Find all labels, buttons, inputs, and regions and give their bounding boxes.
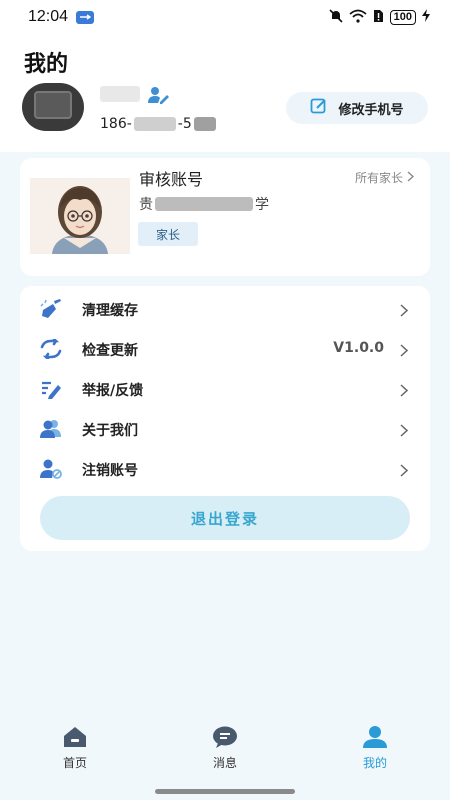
account-title: 审核账号 <box>139 170 204 189</box>
avatar[interactable] <box>22 83 84 131</box>
home-indicator[interactable] <box>155 789 295 794</box>
nickname-redacted <box>100 86 140 102</box>
battery-level: 100 <box>389 9 416 25</box>
chevron-right-icon <box>400 462 409 481</box>
edit-icon <box>310 97 328 119</box>
edit-profile-icon[interactable] <box>148 86 170 108</box>
sim-alert-icon <box>373 9 384 26</box>
chevron-right-icon <box>400 382 409 401</box>
app-version: V1.0.0 <box>333 340 384 356</box>
chevron-right-icon <box>400 302 409 321</box>
nav-tab-profile[interactable]: 我的 <box>345 726 405 771</box>
school-name: 贵 学 <box>139 194 269 214</box>
nav-tab-messages[interactable]: 消息 <box>195 726 255 771</box>
change-phone-button[interactable]: 修改手机号 <box>286 92 428 124</box>
status-time: 12:04 <box>28 8 69 25</box>
school-mask <box>155 197 253 211</box>
nav-tab-home[interactable]: 首页 <box>45 726 105 771</box>
usb-icon <box>76 10 95 24</box>
all-parents-link[interactable]: 所有家长 <box>354 169 415 186</box>
menu-label: 举报/反馈 <box>82 383 144 399</box>
status-bar: 12:04 100 <box>0 0 450 34</box>
role-badge: 家长 <box>138 222 198 246</box>
nav-label: 首页 <box>62 756 87 770</box>
school-prefix: 贵 <box>139 197 153 213</box>
menu-item-check-update[interactable]: 检查更新 V1.0.0 <box>20 328 430 368</box>
phone-number: 186- -5 <box>100 116 218 132</box>
page-title: 我的 <box>24 52 69 77</box>
user-cancel-icon <box>40 459 62 479</box>
menu-label: 检查更新 <box>82 343 138 359</box>
settings-menu: 清理缓存 检查更新 V1.0.0 举报/反馈 关于我们 注销账号 退出登录 <box>20 286 430 551</box>
charging-icon <box>422 9 430 25</box>
menu-item-delete-account[interactable]: 注销账号 <box>20 448 430 488</box>
wifi-icon <box>349 9 367 26</box>
menu-item-clear-cache[interactable]: 清理缓存 <box>20 288 430 328</box>
school-suffix: 学 <box>255 197 269 213</box>
logout-button[interactable]: 退出登录 <box>40 496 410 540</box>
bottom-nav: 首页 消息 我的 <box>0 712 450 800</box>
phone-mask <box>193 117 216 131</box>
change-phone-label: 修改手机号 <box>338 102 404 118</box>
mute-icon <box>329 8 343 26</box>
nav-label: 我的 <box>362 756 387 770</box>
menu-item-about-us[interactable]: 关于我们 <box>20 408 430 448</box>
all-parents-label: 所有家长 <box>354 171 403 185</box>
people-icon <box>40 419 62 439</box>
phone-mid: -5 <box>177 116 192 132</box>
child-avatar <box>30 178 130 254</box>
menu-item-feedback[interactable]: 举报/反馈 <box>20 368 430 408</box>
account-card[interactable]: 审核账号 所有家长 贵 学 家长 <box>20 158 430 276</box>
home-icon <box>62 726 88 752</box>
menu-label: 关于我们 <box>82 423 138 439</box>
chevron-right-icon <box>400 342 409 361</box>
refresh-icon <box>40 337 62 361</box>
nav-label: 消息 <box>212 756 237 770</box>
menu-label: 注销账号 <box>82 463 138 479</box>
profile-header: 我的 186- -5 修改手机号 <box>0 34 450 152</box>
message-icon <box>212 726 238 752</box>
phone-mask <box>133 117 176 131</box>
chevron-right-icon <box>407 170 415 185</box>
menu-label: 清理缓存 <box>82 303 138 319</box>
profile-icon <box>362 726 388 752</box>
chevron-right-icon <box>400 422 409 441</box>
broom-icon <box>40 299 62 319</box>
phone-prefix: 186- <box>100 116 132 132</box>
feedback-icon <box>40 379 62 399</box>
